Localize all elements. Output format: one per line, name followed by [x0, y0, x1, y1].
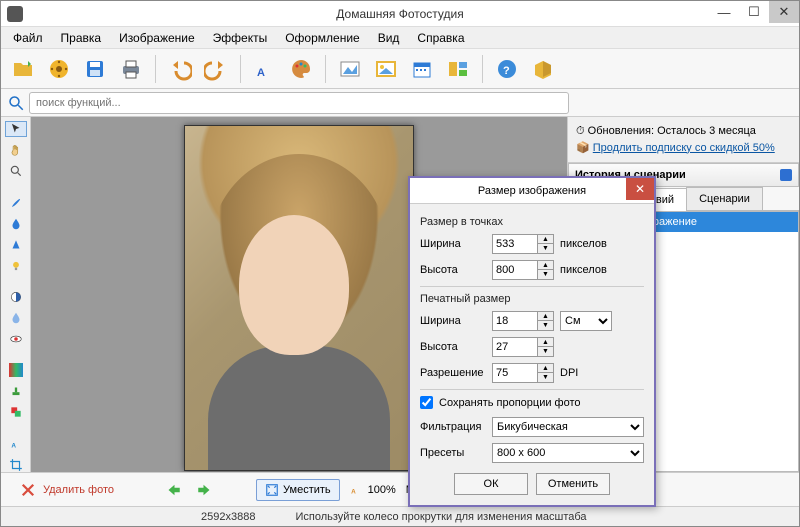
menu-image[interactable]: Изображение — [111, 28, 203, 48]
height-cm-label: Высота — [420, 341, 486, 353]
dialog-close[interactable]: ✕ — [626, 178, 654, 200]
svg-text:A: A — [11, 442, 16, 449]
height-cm-input[interactable]: ▲▼ — [492, 337, 554, 357]
clone-tool[interactable] — [5, 405, 27, 420]
bulb-tool[interactable] — [5, 258, 27, 273]
hand-tool[interactable] — [5, 143, 27, 158]
resolution-input[interactable]: ▲▼ — [492, 363, 554, 383]
app-title: Домашняя Фотостудия — [336, 7, 463, 21]
brush-tool[interactable] — [5, 195, 27, 210]
status-hint: Используйте колесо прокрутки для изменен… — [295, 511, 586, 523]
status-bar: 2592x3888 Используйте колесо прокрутки д… — [1, 506, 799, 526]
calendar-button[interactable] — [406, 53, 438, 85]
px-unit-2: пикселов — [560, 264, 607, 276]
crop-tool[interactable] — [5, 457, 27, 472]
menu-edit[interactable]: Правка — [53, 28, 110, 48]
cone-tool[interactable] — [5, 237, 27, 252]
menu-design[interactable]: Оформление — [277, 28, 367, 48]
svg-text:A: A — [257, 67, 265, 79]
zoom-100-button[interactable]: A 100% — [350, 483, 396, 497]
resize-dialog: Размер изображения ✕ Размер в точках Шир… — [408, 176, 656, 507]
height-px-input[interactable]: ▲▼ — [492, 260, 554, 280]
tool-panel: A — [1, 117, 31, 472]
menu-effects[interactable]: Эффекты — [205, 28, 276, 48]
dialog-title: Размер изображения — [478, 185, 586, 197]
updates-text: Обновления: Осталось 3 месяца — [588, 125, 756, 137]
image1-button[interactable] — [334, 53, 366, 85]
updates-block: ⏱ Обновления: Осталось 3 месяца 📦 Продли… — [568, 117, 799, 163]
pointer-tool[interactable] — [5, 121, 27, 137]
print-button[interactable] — [115, 53, 147, 85]
preset-select[interactable]: 800 x 600 — [492, 443, 644, 463]
height-px-label: Высота — [420, 264, 486, 276]
px-unit-1: пикселов — [560, 238, 607, 250]
next-button[interactable] — [194, 481, 216, 499]
text-button[interactable]: A — [249, 53, 281, 85]
pixel-group-label: Размер в точках — [420, 216, 644, 228]
width-cm-input[interactable]: ▲▼ — [492, 311, 554, 331]
help-button[interactable]: ? — [491, 53, 523, 85]
stamp-tool[interactable] — [5, 384, 27, 399]
resolution-label: Разрешение — [420, 367, 486, 379]
search-input[interactable] — [29, 92, 569, 114]
redo-button[interactable] — [200, 53, 232, 85]
status-dimensions: 2592x3888 — [201, 511, 255, 523]
tab-scenarios[interactable]: Сценарии — [686, 187, 763, 210]
filter-select[interactable]: Бикубическая — [492, 417, 644, 437]
window-close[interactable]: ✕ — [769, 1, 799, 23]
cancel-button[interactable]: Отменить — [536, 473, 610, 495]
width-px-input[interactable]: ▲▼ — [492, 234, 554, 254]
fit-button[interactable]: Уместить — [256, 479, 340, 501]
search-row — [1, 89, 799, 117]
menubar: Файл Правка Изображение Эффекты Оформлен… — [1, 27, 799, 49]
prev-button[interactable] — [162, 481, 184, 499]
app-icon — [7, 6, 23, 22]
contrast-tool[interactable] — [5, 290, 27, 305]
text-tool[interactable]: A — [5, 436, 27, 451]
open-button[interactable] — [7, 53, 39, 85]
collage-button[interactable] — [442, 53, 474, 85]
box-button[interactable] — [527, 53, 559, 85]
filter-label: Фильтрация — [420, 421, 486, 433]
dpi-unit: DPI — [560, 367, 578, 379]
catalog-button[interactable] — [43, 53, 75, 85]
photo-preview — [184, 125, 414, 471]
zoom100-icon: A — [350, 483, 364, 497]
gradient-tool[interactable] — [5, 363, 27, 378]
menu-help[interactable]: Справка — [409, 28, 472, 48]
bottom-bar: Удалить фото Уместить A 100% Масштаб: 12… — [1, 472, 799, 506]
main-toolbar: A ? — [1, 49, 799, 89]
menu-view[interactable]: Вид — [370, 28, 408, 48]
width-px-label: Ширина — [420, 238, 486, 250]
dialog-title-bar[interactable]: Размер изображения ✕ — [410, 178, 654, 204]
save-button[interactable] — [79, 53, 111, 85]
fit-icon — [265, 483, 279, 497]
undo-button[interactable] — [164, 53, 196, 85]
unit-select[interactable]: См — [560, 311, 612, 331]
preset-label: Пресеты — [420, 447, 486, 459]
window-maximize[interactable]: ☐ — [739, 1, 769, 23]
window-minimize[interactable]: — — [709, 1, 739, 23]
delete-photo-button[interactable]: Удалить фото — [11, 477, 122, 503]
drop-tool[interactable] — [5, 216, 27, 231]
ok-button[interactable]: ОК — [454, 473, 528, 495]
pin-icon[interactable] — [780, 169, 792, 181]
menu-file[interactable]: Файл — [5, 28, 51, 48]
delete-icon — [19, 481, 37, 499]
image2-button[interactable] — [370, 53, 402, 85]
zoom-tool[interactable] — [5, 164, 27, 179]
search-icon — [7, 94, 25, 112]
svg-text:A: A — [351, 488, 356, 495]
redeye-tool[interactable] — [5, 331, 27, 346]
titlebar: Домашняя Фотостудия — ☐ ✕ — [1, 1, 799, 27]
svg-text:?: ? — [503, 65, 510, 77]
blur-tool[interactable] — [5, 311, 27, 326]
width-cm-label: Ширина — [420, 315, 486, 327]
keep-aspect-checkbox[interactable]: Сохранять пропорции фото — [420, 396, 644, 409]
extend-link[interactable]: Продлить подписку со скидкой 50% — [593, 142, 775, 154]
print-group-label: Печатный размер — [420, 293, 644, 305]
palette-button[interactable] — [285, 53, 317, 85]
